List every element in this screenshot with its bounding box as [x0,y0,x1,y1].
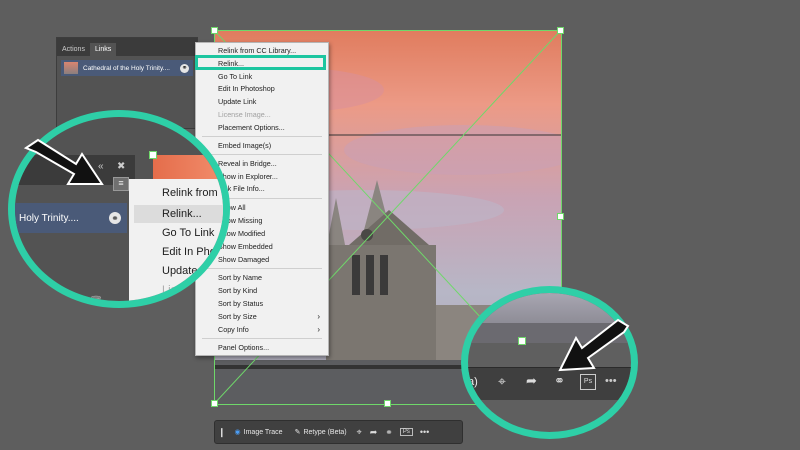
photoshop-icon: Ps [580,374,596,390]
zoom-menu-item: Go To Link [162,227,215,239]
tab-links[interactable]: Links [89,43,117,56]
zoom-handle [149,151,157,159]
crop-icon: ⌖ [498,373,506,389]
panel-tabs: Actions Links [57,38,197,56]
menu-item-copy-info[interactable]: Copy Info [218,324,249,336]
place-icon[interactable]: ➦ [366,427,382,438]
resize-handle[interactable] [211,27,218,34]
menu-item-reveal-in-bridge[interactable]: Reveal in Bridge... [218,158,277,170]
submenu-arrow-icon: › [317,312,320,321]
tab-actions[interactable]: Actions [57,43,90,56]
retype-label: Retype (Beta) [303,428,347,436]
more-icon: ••• [605,375,617,387]
menu-item-sort-by-name[interactable]: Sort by Name [218,272,262,284]
pointer-arrow-icon [558,318,630,372]
zoom-partial-label: a) [468,376,478,388]
retype-button[interactable]: ✎ Retype (Beta) [289,426,353,438]
photoshop-icon[interactable]: Ps [399,428,413,436]
image-trace-label: Image Trace [243,428,283,436]
zoom-menu-item: Lic [162,284,177,296]
resize-handle[interactable] [557,27,564,34]
zoom-menu-item: Edit In Pho [162,246,216,258]
more-icon[interactable]: ••• [416,427,433,437]
resize-handle[interactable] [211,400,218,407]
resize-handle[interactable] [557,213,564,220]
retype-icon: ✎ [294,429,301,436]
image-trace-icon: ◉ [234,429,241,436]
submenu-arrow-icon: › [317,325,320,334]
menu-separator [202,136,322,137]
link-icon[interactable]: ⚭ [381,427,397,438]
link-icon: ⚭ [554,373,565,388]
place-icon: ➦ [526,373,537,388]
link-thumbnail [64,62,78,74]
menu-item-placement-options[interactable]: Placement Options... [218,122,285,134]
pointer-arrow-icon [23,138,104,185]
zoom-link-icon: ⚭ [109,212,121,224]
zoom-menu: Relink from Relink... Go To Link Edit In… [129,179,223,301]
relink-highlight [195,55,326,70]
menu-separator [202,338,322,339]
menu-item-license-image: License Image... [218,110,271,119]
zoom-menu-item: Update L [162,265,207,277]
link-row[interactable]: Cathedral of the Holy Trinity.... ⚭ [61,60,193,76]
trash-icon: 🗑 [89,296,103,308]
menu-item-panel-options[interactable]: Panel Options... [218,342,269,354]
menu-item-sort-by-status[interactable]: Sort by Status [218,298,263,310]
menu-item-show-embedded[interactable]: Show Embedded [218,241,273,253]
menu-item-show-in-explorer[interactable]: Show in Explorer... [218,171,278,183]
menu-item-embed-images[interactable]: Embed Image(s) [218,140,271,152]
contextual-task-bar: ❙ ◉ Image Trace ✎ Retype (Beta) ⌖ ➦ ⚭ Ps… [214,420,463,444]
grip-icon[interactable]: ❙ [215,427,229,438]
crop-icon[interactable]: ⌖ [353,427,366,438]
zoom-link-row[interactable]: Holy Trinity.... ⚭ [15,203,127,233]
panel-menu-icon[interactable]: ≡ [113,177,129,191]
close-icon: ✖ [117,161,126,172]
menu-item-update-link[interactable]: Update Link [218,96,256,108]
zoom-menu-item: Relink... [162,208,202,220]
menu-item-sort-by-kind[interactable]: Sort by Kind [218,285,257,297]
zoom-menu-item: Relink from [162,187,218,199]
resize-handle[interactable] [384,400,391,407]
zoom-link-name: Holy Trinity.... [19,212,79,224]
menu-item-go-to-link[interactable]: Go To Link [218,71,252,83]
image-trace-button[interactable]: ◉ Image Trace [229,426,289,438]
menu-item-edit-in-photoshop[interactable]: Edit In Photoshop [218,83,275,95]
menu-item-show-damaged[interactable]: Show Damaged [218,254,269,266]
menu-item-sort-by-size[interactable]: Sort by Size [218,311,257,323]
zoom-handle [518,337,526,345]
link-icon[interactable]: ⚭ [180,63,189,73]
link-name: Cathedral of the Holy Trinity.... [83,64,170,72]
